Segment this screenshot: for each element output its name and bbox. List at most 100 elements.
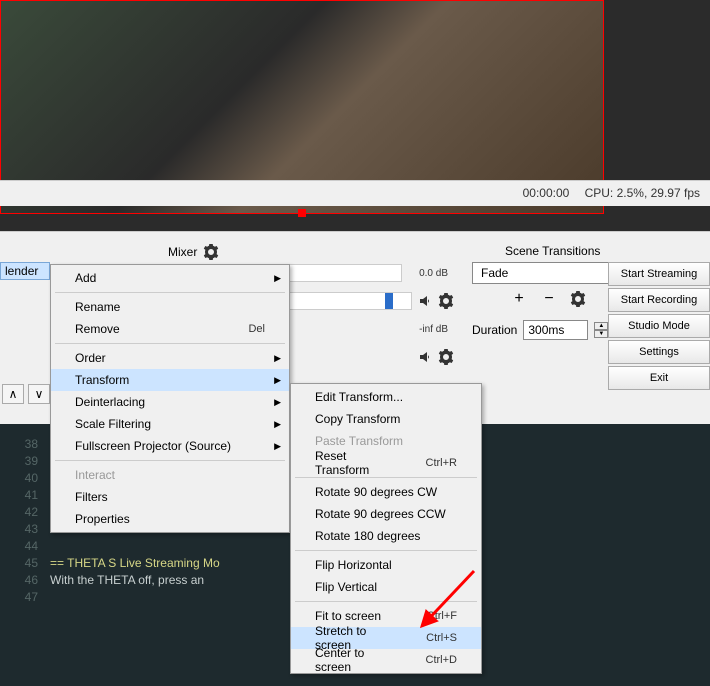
menu-item-label: Flip Horizontal (315, 558, 392, 572)
line-number: 46 (0, 573, 50, 590)
menu-item-label: Filters (75, 490, 108, 504)
spinner-up-icon[interactable]: ▲ (594, 322, 608, 330)
submenu-arrow-icon: ▶ (274, 441, 281, 452)
menu-item-label: Add (75, 271, 96, 285)
menu-item-label: Rotate 90 degrees CW (315, 485, 437, 499)
menu-item-filters[interactable]: Filters (51, 486, 289, 508)
menu-item-label: Reset Transform (315, 449, 396, 477)
menu-item-interact: Interact (51, 464, 289, 486)
start-streaming-button[interactable]: Start Streaming (608, 262, 710, 286)
resize-handle[interactable] (298, 209, 306, 217)
start-recording-button[interactable]: Start Recording (608, 288, 710, 312)
submenu-arrow-icon: ▶ (274, 353, 281, 364)
menu-item-label: Rename (75, 300, 120, 314)
menu-separator (55, 292, 285, 293)
speaker-icon[interactable] (418, 293, 434, 309)
line-number: 40 (0, 471, 50, 488)
menu-item-rotate-180-degrees[interactable]: Rotate 180 degrees (291, 525, 481, 547)
studio-mode-button[interactable]: Studio Mode (608, 314, 710, 338)
transform-submenu: Edit Transform... Copy Transform Paste Tra… (290, 383, 482, 674)
submenu-arrow-icon: ▶ (274, 375, 281, 386)
mixer-label: Mixer (168, 245, 197, 259)
down-arrow-icon[interactable]: ∨ (28, 384, 50, 404)
menu-item-rename[interactable]: Rename (51, 296, 289, 318)
menu-item-scale-filtering[interactable]: Scale Filtering ▶ (51, 413, 289, 435)
menu-shortcut: Del (248, 323, 265, 335)
slider-handle[interactable] (385, 293, 393, 309)
menu-item-label: Rotate 90 degrees CCW (315, 507, 446, 521)
gear-icon[interactable] (570, 291, 586, 307)
menu-item-label: Fullscreen Projector (Source) (75, 439, 231, 453)
menu-separator (55, 460, 285, 461)
menu-item-copy-transform[interactable]: Copy Transform (291, 408, 481, 430)
menu-shortcut: Ctrl+S (426, 632, 457, 644)
line-number: 45 (0, 556, 50, 573)
settings-button[interactable]: Settings (608, 340, 710, 364)
spinner[interactable]: ▲ ▼ (594, 322, 608, 338)
menu-item-label: Deinterlacing (75, 395, 145, 409)
menu-separator (55, 343, 285, 344)
gear-icon[interactable] (438, 293, 454, 309)
submenu-arrow-icon: ▶ (274, 397, 281, 408)
context-menu: Add▶RenameRemoveDelOrder▶Transform▶Deint… (50, 264, 290, 533)
speaker-icon[interactable] (418, 349, 434, 365)
plus-icon[interactable]: + (510, 290, 528, 308)
transition-buttons: + − (510, 290, 586, 308)
line-number: 39 (0, 454, 50, 471)
duration-label: Duration (472, 323, 517, 337)
transitions-header: Scene Transitions (505, 244, 600, 258)
terminal-text: == THETA S Live Streaming Mo (50, 556, 220, 573)
source-list-item[interactable]: lender (0, 262, 50, 280)
menu-item-label: Flip Vertical (315, 580, 377, 594)
menu-shortcut: Ctrl+D (426, 654, 457, 666)
right-buttons: Start StreamingStart RecordingStudio Mod… (608, 262, 710, 392)
menu-item-center-to-screen[interactable]: Center to screen Ctrl+D (291, 649, 481, 671)
up-arrow-icon[interactable]: ∧ (2, 384, 24, 404)
line-number: 43 (0, 522, 50, 539)
nav-arrows: ∧ ∨ (2, 384, 50, 404)
submenu-arrow-icon: ▶ (274, 419, 281, 430)
menu-item-add[interactable]: Add ▶ (51, 267, 289, 289)
spinner-down-icon[interactable]: ▼ (594, 330, 608, 338)
menu-item-label: Interact (75, 468, 115, 482)
menu-item-deinterlacing[interactable]: Deinterlacing ▶ (51, 391, 289, 413)
line-number: 47 (0, 590, 50, 607)
menu-item-flip-vertical[interactable]: Flip Vertical (291, 576, 481, 598)
line-number: 44 (0, 539, 50, 556)
mixer-header: Mixer (168, 244, 219, 260)
menu-item-transform[interactable]: Transform ▶ (51, 369, 289, 391)
menu-item-reset-transform[interactable]: Reset Transform Ctrl+R (291, 452, 481, 474)
menu-shortcut: Ctrl+F (427, 610, 457, 622)
minus-icon[interactable]: − (540, 290, 558, 308)
gear-icon[interactable] (203, 244, 219, 260)
gear-icon[interactable] (438, 349, 454, 365)
menu-item-label: Center to screen (315, 646, 396, 674)
submenu-arrow-icon: ▶ (274, 273, 281, 284)
menu-item-label: Properties (75, 512, 130, 526)
line-number: 41 (0, 488, 50, 505)
menu-item-label: Remove (75, 322, 120, 336)
db-value: -inf dB (408, 324, 448, 335)
menu-separator (295, 601, 477, 602)
menu-item-edit-transform[interactable]: Edit Transform... (291, 386, 481, 408)
menu-item-rotate-90-degrees-ccw[interactable]: Rotate 90 degrees CCW (291, 503, 481, 525)
menu-item-label: Transform (75, 373, 129, 387)
menu-item-rotate-90-degrees-cw[interactable]: Rotate 90 degrees CW (291, 481, 481, 503)
menu-item-remove[interactable]: Remove Del (51, 318, 289, 340)
menu-separator (295, 550, 477, 551)
menu-item-flip-horizontal[interactable]: Flip Horizontal (291, 554, 481, 576)
status-cpu: CPU: 2.5%, 29.97 fps (585, 186, 700, 200)
transition-select[interactable]: Fade (472, 262, 622, 284)
menu-item-label: Paste Transform (315, 434, 403, 448)
duration-row: Duration ▲ ▼ (472, 320, 608, 340)
menu-item-order[interactable]: Order▶ (51, 347, 289, 369)
menu-shortcut: Ctrl+R (426, 457, 457, 469)
menu-item-fullscreen-projector-source[interactable]: Fullscreen Projector (Source) ▶ (51, 435, 289, 457)
menu-item-label: Fit to screen (315, 609, 381, 623)
duration-input[interactable] (523, 320, 588, 340)
menu-item-label: Copy Transform (315, 412, 400, 426)
menu-item-properties[interactable]: Properties (51, 508, 289, 530)
exit-button[interactable]: Exit (608, 366, 710, 390)
menu-item-label: Rotate 180 degrees (315, 529, 420, 543)
menu-item-label: Scale Filtering (75, 417, 151, 431)
